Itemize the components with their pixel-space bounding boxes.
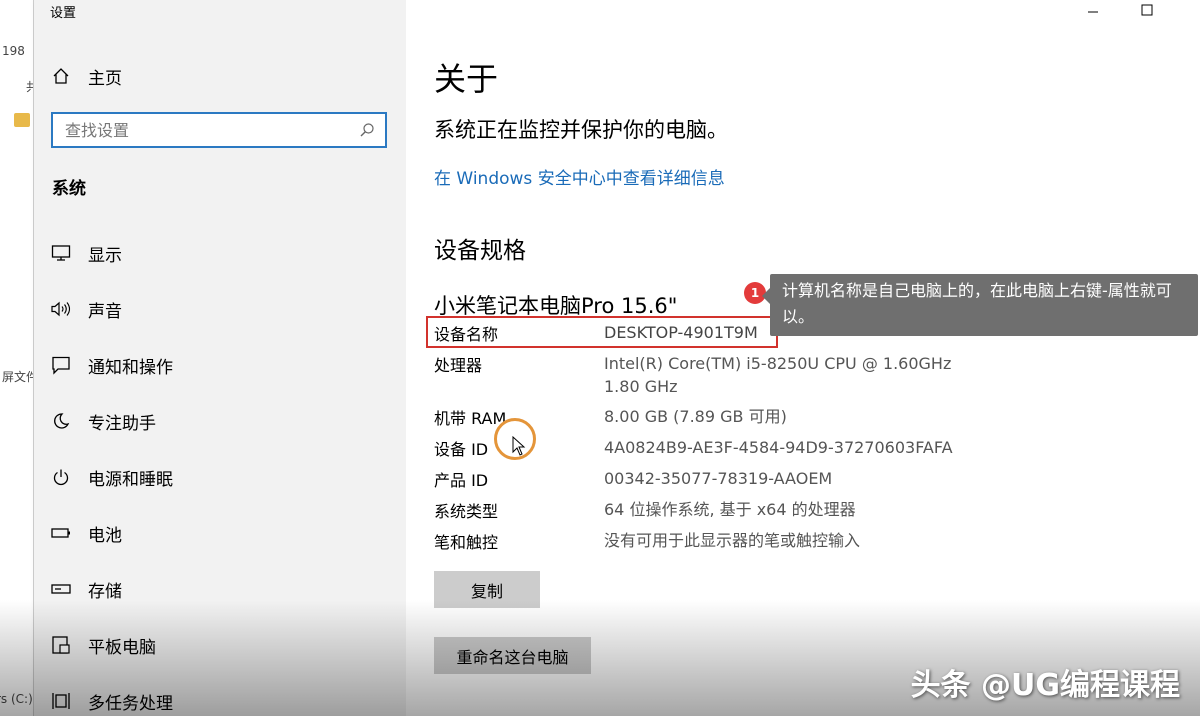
power-icon <box>50 466 72 488</box>
maximize-button[interactable] <box>1124 0 1170 20</box>
minimize-icon <box>1087 1 1099 20</box>
sidebar-item-label: 声音 <box>88 301 122 322</box>
sidebar-item-storage[interactable]: 存储 <box>50 574 390 604</box>
sidebar-item-label: 通知和操作 <box>88 357 173 378</box>
search-icon[interactable] <box>359 122 375 142</box>
protection-status-text: 系统正在监控并保护你的电脑。 <box>434 118 728 142</box>
sidebar-item-home[interactable]: 主页 <box>50 62 122 90</box>
folder-icon <box>14 113 30 127</box>
sidebar-item-battery[interactable]: 电池 <box>50 518 390 548</box>
bg-window-char: 共 <box>26 78 33 95</box>
search-field[interactable] <box>51 112 387 148</box>
bg-window-number: 198 <box>2 44 25 58</box>
spec-key: 产品 ID <box>434 471 489 490</box>
sidebar-item-sound[interactable]: 声音 <box>50 294 390 324</box>
sidebar-item-label: 电源和睡眠 <box>88 469 173 490</box>
moon-icon <box>50 410 72 432</box>
bg-window-fragment: 屏文件 <box>2 370 33 384</box>
sidebar-item-display[interactable]: 显示 <box>50 238 390 268</box>
annotation-callout: 计算机名称是自己电脑上的，在此电脑上右键-属性就可以。 <box>770 274 1198 336</box>
maximize-icon <box>1141 1 1153 20</box>
storage-icon <box>50 578 72 600</box>
spec-value: 64 位操作系统, 基于 x64 的处理器 <box>604 500 856 519</box>
settings-sidebar: 设置 主页 系统 显示 声音 通知和操作 专注助手 <box>34 0 406 716</box>
speaker-icon <box>50 298 72 320</box>
spec-key: 系统类型 <box>434 502 499 521</box>
security-center-link[interactable]: 在 Windows 安全中心中查看详细信息 <box>434 164 725 189</box>
notification-icon <box>50 354 72 376</box>
sidebar-item-label: 显示 <box>88 245 122 266</box>
app-title: 设置 <box>50 6 77 21</box>
device-spec-heading: 设备规格 <box>434 238 526 264</box>
sidebar-item-label: 平板电脑 <box>88 637 156 658</box>
spec-key: 处理器 <box>434 356 483 375</box>
sidebar-item-label: 电池 <box>88 525 122 546</box>
rename-pc-button[interactable]: 重命名这台电脑 <box>434 637 591 674</box>
about-panel: 关于 系统正在监控并保护你的电脑。 在 Windows 安全中心中查看详细信息 … <box>406 0 1200 716</box>
sidebar-item-multitasking[interactable]: 多任务处理 <box>50 686 390 716</box>
sidebar-item-notifications[interactable]: 通知和操作 <box>50 350 390 380</box>
spec-value-line2: 1.80 GHz <box>604 377 678 396</box>
battery-icon <box>50 522 72 544</box>
minimize-button[interactable] <box>1070 0 1116 20</box>
spec-value: 4A0824B9-AE3F-4584-94D9-37270603FAFA <box>604 438 953 457</box>
spec-value: 没有可用于此显示器的笔或触控输入 <box>604 531 861 550</box>
copy-button[interactable]: 复制 <box>434 571 540 608</box>
home-icon <box>50 65 72 87</box>
spec-value: 8.00 GB (7.89 GB 可用) <box>604 407 787 426</box>
background-explorer-window: 198 共 屏文件 rs (C:) <box>0 0 34 716</box>
sidebar-item-label: 存储 <box>88 581 122 602</box>
section-label: 系统 <box>52 179 86 199</box>
monitor-icon <box>50 242 72 264</box>
sidebar-item-power[interactable]: 电源和睡眠 <box>50 462 390 492</box>
spec-value: 00342-35077-78319-AAOEM <box>604 469 833 488</box>
sidebar-item-label: 主页 <box>88 68 122 89</box>
callout-arrow <box>762 288 770 304</box>
bg-window-fragment-drive: rs (C:) <box>0 692 33 706</box>
page-title: 关于 <box>434 60 499 98</box>
sidebar-item-label: 专注助手 <box>88 413 156 434</box>
tablet-icon <box>50 634 72 656</box>
multitask-icon <box>50 690 72 712</box>
mouse-pointer-icon <box>512 435 526 460</box>
sidebar-item-label: 多任务处理 <box>88 693 173 714</box>
spec-key: 笔和触控 <box>434 533 499 552</box>
spec-value: Intel(R) Core(TM) i5-8250U CPU @ 1.60GHz <box>604 354 952 373</box>
spec-key: 设备名称 <box>434 325 499 344</box>
watermark: 头条 @UG编程课程 <box>910 668 1180 703</box>
search-input[interactable] <box>65 120 345 140</box>
sidebar-item-focus-assist[interactable]: 专注助手 <box>50 406 390 436</box>
sidebar-item-tablet[interactable]: 平板电脑 <box>50 630 390 660</box>
